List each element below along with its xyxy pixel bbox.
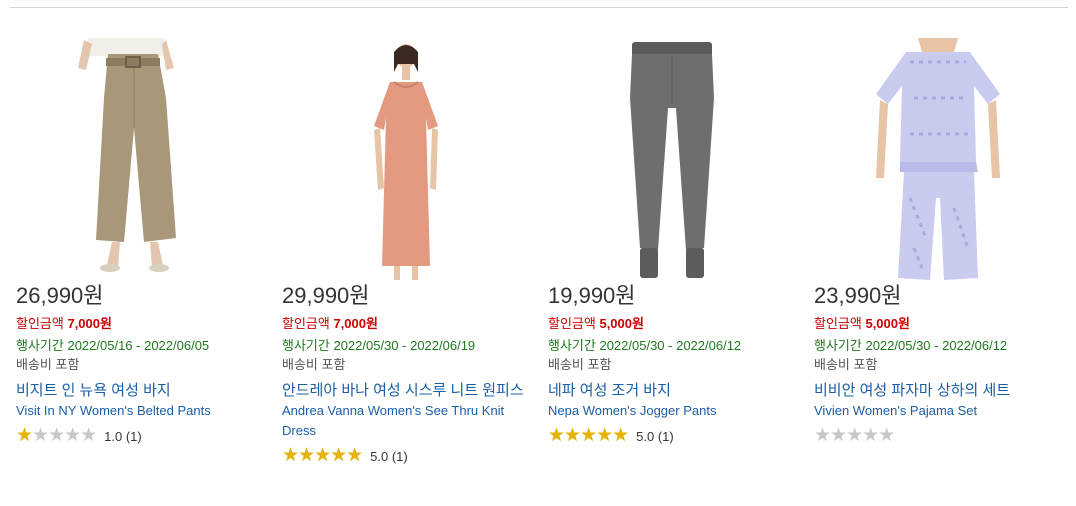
promo-period: 행사기간 2022/05/16 - 2022/06/05 — [16, 338, 266, 354]
star-rating-icon: ★★★★★★★★★★ — [282, 445, 363, 466]
shipping-info: 배송비 포함 — [16, 357, 80, 372]
discount-label: 할인금액 — [282, 316, 330, 331]
product-name-korean[interactable]: 비비안 여성 파자마 상하의 세트 — [814, 381, 1064, 401]
product-image[interactable] — [548, 38, 798, 284]
star-rating-icon: ★★★★★★★★★★ — [16, 425, 97, 446]
product-image[interactable] — [16, 38, 266, 284]
product-name-korean[interactable]: 네파 여성 조거 바지 — [548, 381, 798, 401]
product-name-english[interactable]: Andrea Vanna Women's See Thru Knit Dress — [282, 401, 532, 441]
product-card: 23,990원 할인금액 5,000원 행사기간 2022/05/30 - 20… — [814, 38, 1064, 445]
shipping-info: 배송비 포함 — [548, 357, 612, 372]
promo-label: 행사기간 — [282, 338, 330, 353]
rating-text: 1.0 (1) — [104, 428, 142, 444]
promo-label: 행사기간 — [16, 338, 64, 353]
discount-line: 할인금액 7,000원 — [16, 316, 266, 332]
discount-label: 할인금액 — [814, 316, 862, 331]
product-price: 23,990원 — [814, 283, 902, 308]
promo-label: 행사기간 — [548, 338, 596, 353]
shipping-info: 배송비 포함 — [814, 357, 878, 372]
promo-dates: 2022/05/30 - 2022/06/12 — [599, 338, 742, 353]
discount-amount: 7,000원 — [67, 316, 112, 331]
product-rating[interactable]: ★★★★★★★★★★ — [814, 425, 1064, 446]
rating-text: 5.0 (1) — [636, 428, 674, 444]
promo-period: 행사기간 2022/05/30 - 2022/06/12 — [814, 338, 1064, 354]
product-price: 26,990원 — [16, 283, 104, 308]
product-price: 19,990원 — [548, 283, 636, 308]
discount-amount: 5,000원 — [865, 316, 910, 331]
product-card: 26,990원 할인금액 7,000원 행사기간 2022/05/16 - 20… — [16, 38, 266, 445]
star-rating-icon: ★★★★★★★★★★ — [814, 425, 895, 446]
product-price: 29,990원 — [282, 283, 370, 308]
shipping-info: 배송비 포함 — [282, 357, 346, 372]
product-rating[interactable]: ★★★★★ ★★★★★ 5.0 (1) — [282, 445, 532, 466]
discount-label: 할인금액 — [16, 316, 64, 331]
promo-period: 행사기간 2022/05/30 - 2022/06/12 — [548, 338, 798, 354]
product-rating[interactable]: ★★★★★★★★★★ 1.0 (1) — [16, 425, 266, 446]
product-image[interactable] — [282, 38, 532, 284]
product-rating[interactable]: ★★★★★ ★★★★★ 5.0 (1) — [548, 425, 798, 446]
product-name-korean[interactable]: 안드레아 바나 여성 시스루 니트 원피스 — [282, 381, 532, 401]
product-name-english[interactable]: Nepa Women's Jogger Pants — [548, 401, 798, 421]
discount-line: 할인금액 7,000원 — [282, 316, 532, 332]
discount-amount: 7,000원 — [333, 316, 378, 331]
promo-dates: 2022/05/30 - 2022/06/12 — [865, 338, 1008, 353]
discount-amount: 5,000원 — [599, 316, 644, 331]
product-card: 19,990원 할인금액 5,000원 행사기간 2022/05/30 - 20… — [548, 38, 798, 445]
product-name-english[interactable]: Visit In NY Women's Belted Pants — [16, 401, 266, 421]
star-rating-icon: ★★★★★★★★★★ — [548, 425, 629, 446]
discount-line: 할인금액 5,000원 — [548, 316, 798, 332]
rating-text: 5.0 (1) — [370, 448, 408, 464]
discount-line: 할인금액 5,000원 — [814, 316, 1064, 332]
product-card: 29,990원 할인금액 7,000원 행사기간 2022/05/30 - 20… — [282, 38, 532, 465]
product-name-english[interactable]: Vivien Women's Pajama Set — [814, 401, 1064, 421]
promo-label: 행사기간 — [814, 338, 862, 353]
promo-dates: 2022/05/30 - 2022/06/19 — [333, 338, 476, 353]
product-name-korean[interactable]: 비지트 인 뉴욕 여성 바지 — [16, 381, 266, 401]
discount-label: 할인금액 — [548, 316, 596, 331]
promo-period: 행사기간 2022/05/30 - 2022/06/19 — [282, 338, 532, 354]
promo-dates: 2022/05/16 - 2022/06/05 — [67, 338, 210, 353]
product-image[interactable] — [814, 38, 1064, 284]
product-grid: 26,990원 할인금액 7,000원 행사기간 2022/05/16 - 20… — [0, 0, 1076, 506]
